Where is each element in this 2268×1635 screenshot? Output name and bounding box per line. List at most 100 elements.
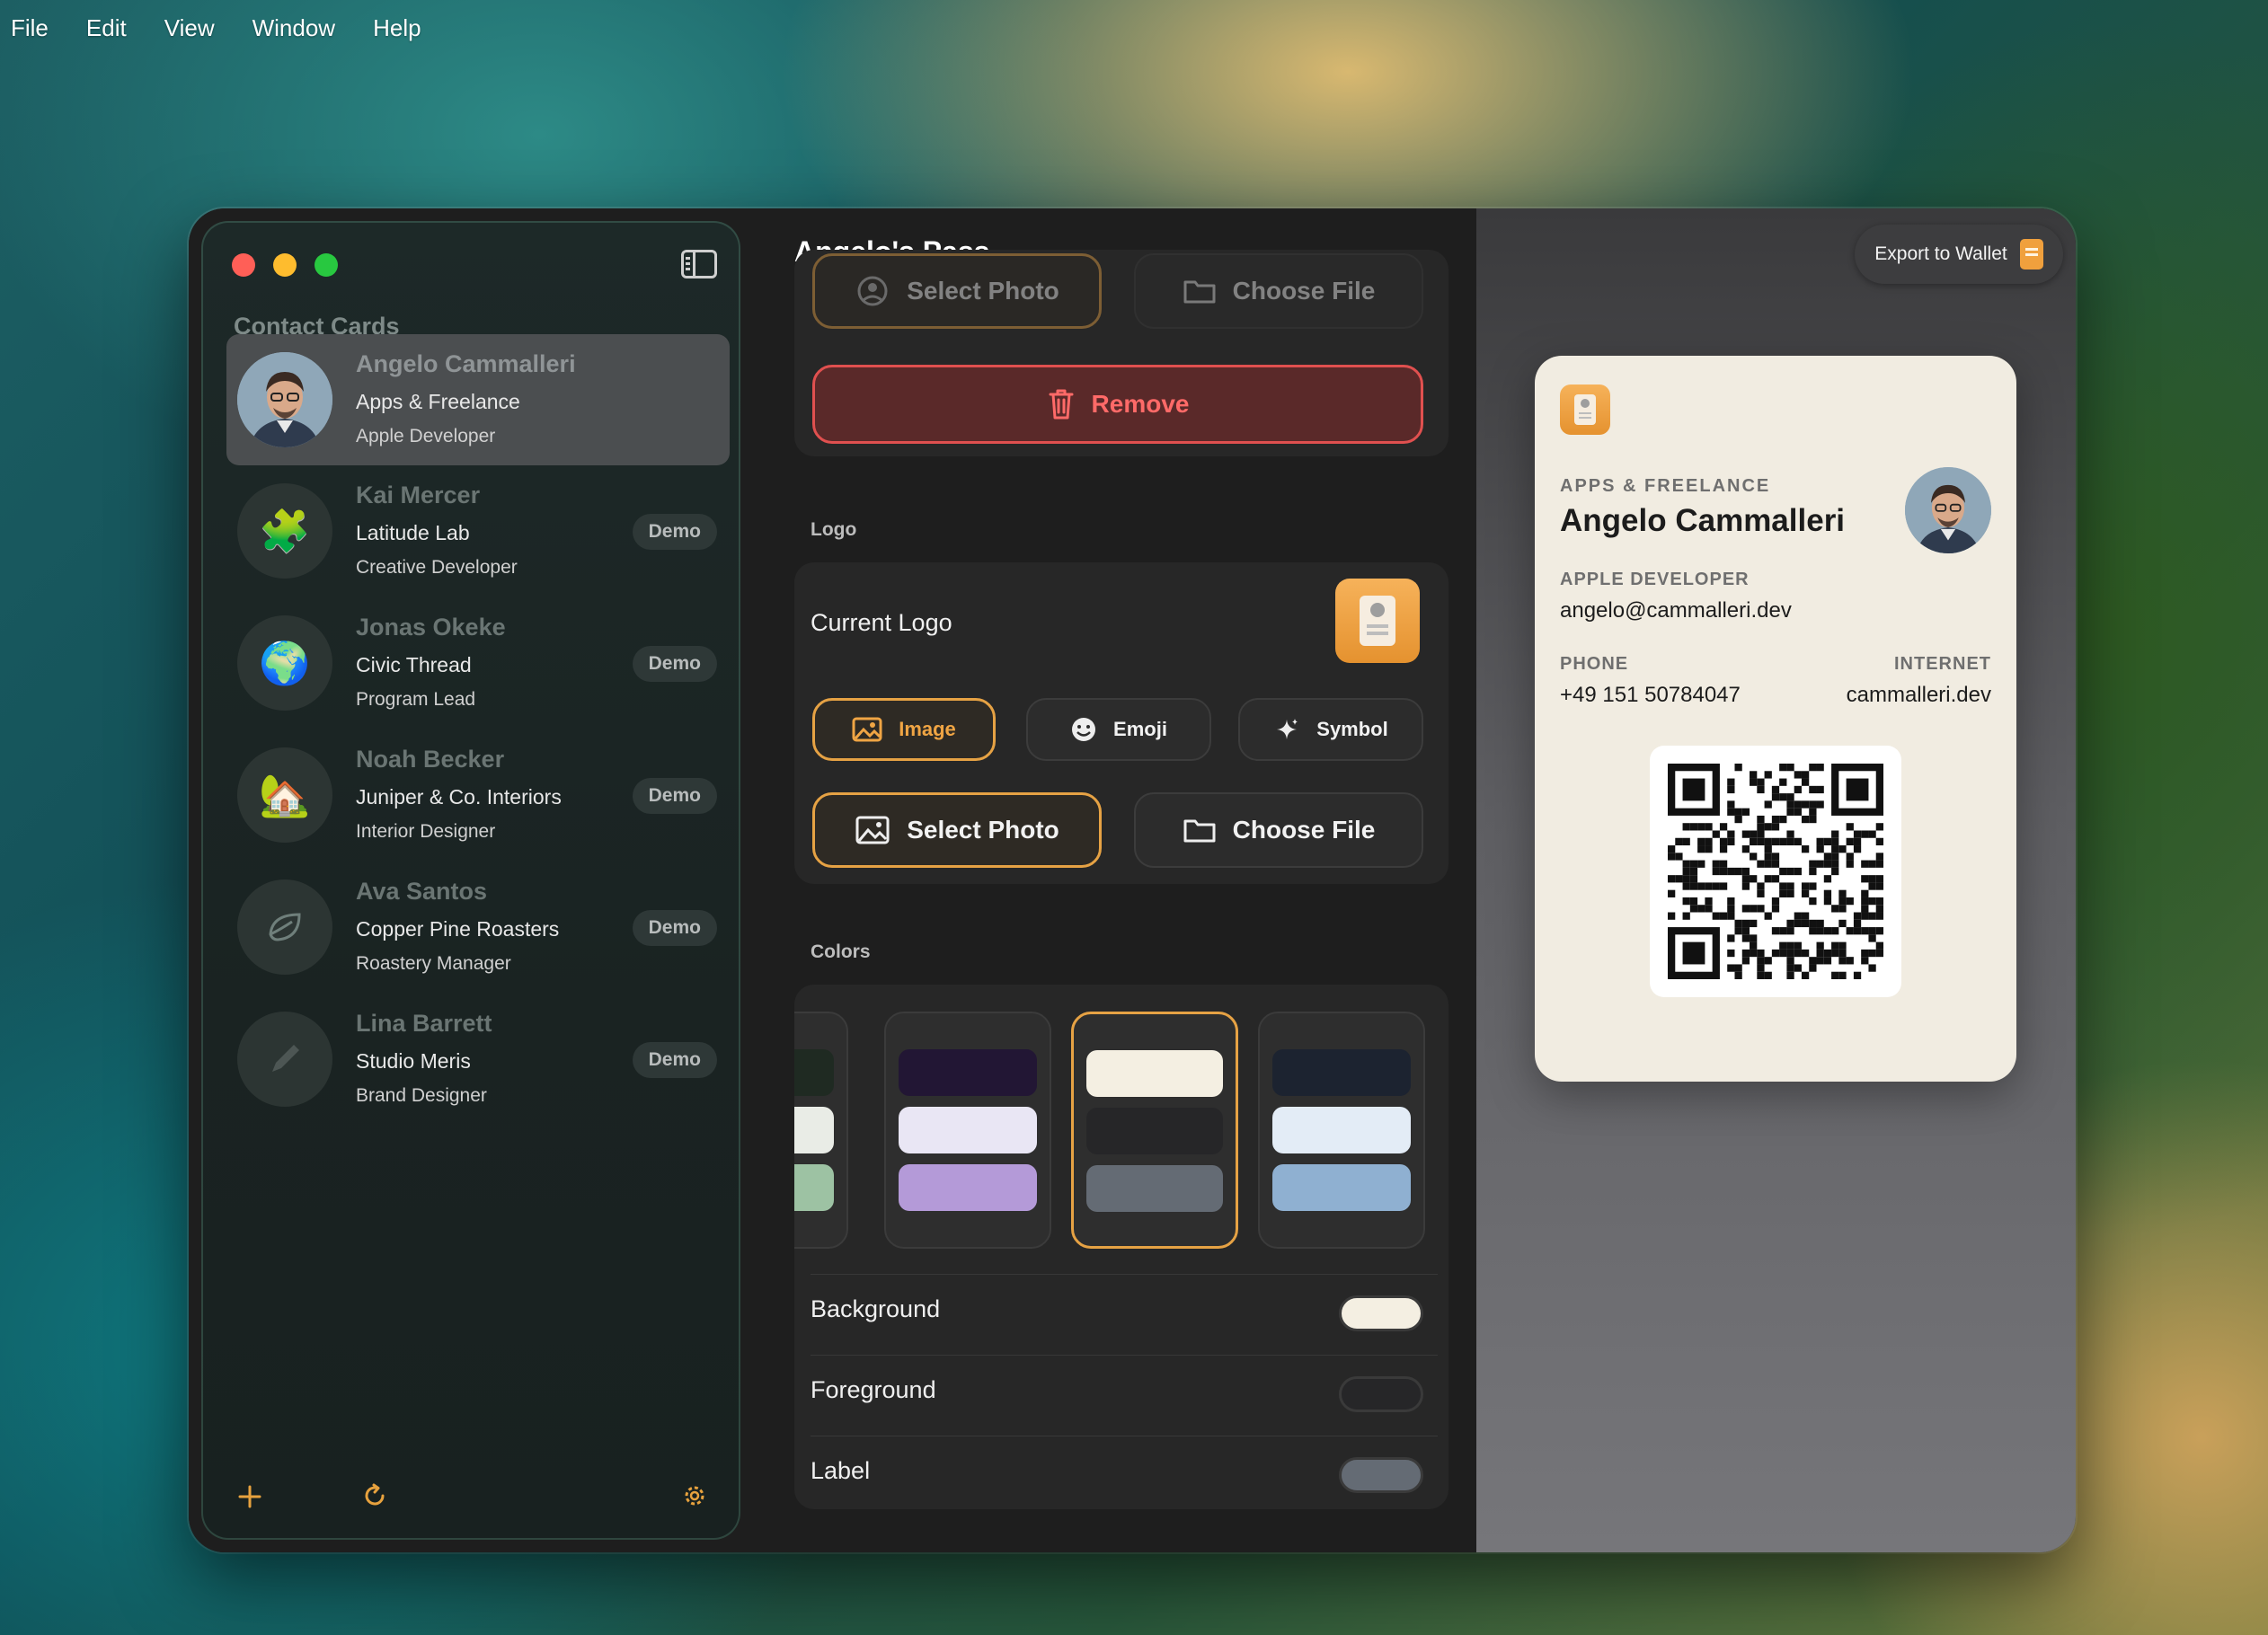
menu-window[interactable]: Window bbox=[252, 14, 335, 42]
logo-mode-emoji[interactable]: Emoji bbox=[1026, 698, 1211, 761]
preset-bar bbox=[1272, 1164, 1411, 1211]
qr-module bbox=[1712, 882, 1720, 890]
zoom-window-button[interactable] bbox=[315, 253, 338, 277]
contact-role: Brand Designer bbox=[356, 1085, 487, 1106]
qr-module bbox=[1846, 957, 1854, 965]
qr-module bbox=[1779, 867, 1787, 876]
contact-role: Program Lead bbox=[356, 689, 476, 710]
qr-module bbox=[1823, 927, 1832, 935]
qr-module bbox=[1689, 875, 1698, 883]
pass-logo bbox=[1560, 384, 1610, 435]
logo-select-photo-button[interactable]: Select Photo bbox=[812, 792, 1102, 868]
plus-icon[interactable] bbox=[237, 1480, 262, 1518]
qr-module bbox=[1875, 905, 1883, 913]
contact-item-ava[interactable]: Ava Santos Copper Pine Roasters Roastery… bbox=[226, 862, 730, 993]
background-color-label: Background bbox=[811, 1295, 941, 1322]
qr-module bbox=[1771, 815, 1780, 824]
color-preset-green[interactable] bbox=[794, 1012, 848, 1249]
contact-role: Interior Designer bbox=[356, 821, 496, 842]
color-preset-purple[interactable] bbox=[884, 1012, 1051, 1249]
background-color-well[interactable] bbox=[1339, 1295, 1423, 1331]
qr-finder bbox=[1846, 778, 1869, 801]
menu-file[interactable]: File bbox=[11, 14, 49, 42]
puzzle-icon: 🧩 bbox=[237, 483, 332, 579]
menu-view[interactable]: View bbox=[164, 14, 215, 42]
sidebar-toggle-icon[interactable] bbox=[681, 250, 717, 278]
qr-module bbox=[1779, 949, 1787, 958]
contact-item-kai[interactable]: 🧩 Kai Mercer Latitude Lab Creative Devel… bbox=[226, 465, 730, 597]
qr-module bbox=[1682, 875, 1690, 883]
choose-file-button-top[interactable]: Choose File bbox=[1134, 253, 1423, 329]
qr-module bbox=[1846, 897, 1854, 906]
qr-module bbox=[1771, 823, 1780, 831]
qr-module bbox=[1757, 823, 1765, 831]
qr-module bbox=[1831, 949, 1839, 958]
qr-module bbox=[1741, 867, 1750, 876]
qr-module bbox=[1741, 905, 1750, 913]
person-photo-icon bbox=[1905, 467, 1991, 553]
qr-module bbox=[1771, 875, 1780, 883]
qr-module bbox=[1779, 837, 1787, 846]
divider bbox=[811, 1274, 1438, 1275]
logo-mode-symbol[interactable]: Symbol bbox=[1238, 698, 1423, 761]
contact-item-noah[interactable]: 🏡 Noah Becker Juniper & Co. Interiors In… bbox=[226, 729, 730, 861]
contact-name: Angelo Cammalleri bbox=[356, 350, 576, 377]
contact-item-angelo[interactable]: Angelo Cammalleri Apps & Freelance Apple… bbox=[226, 334, 730, 465]
qr-module bbox=[1853, 919, 1862, 928]
qr-module bbox=[1764, 957, 1772, 965]
close-window-button[interactable] bbox=[232, 253, 255, 277]
pass-photo bbox=[1905, 467, 1991, 553]
gear-icon[interactable] bbox=[681, 1480, 708, 1518]
qr-module bbox=[1861, 957, 1869, 965]
qr-code-icon bbox=[1668, 764, 1883, 979]
select-photo-button-top[interactable]: Select Photo bbox=[812, 253, 1102, 329]
preset-bar bbox=[794, 1107, 834, 1153]
qr-module bbox=[1823, 860, 1832, 868]
qr-module bbox=[1875, 897, 1883, 906]
qr-module bbox=[1727, 897, 1735, 906]
qr-module bbox=[1682, 882, 1690, 890]
qr-module bbox=[1831, 905, 1839, 913]
qr-module bbox=[1675, 875, 1683, 883]
qr-module bbox=[1697, 837, 1705, 846]
qr-module bbox=[1794, 912, 1802, 920]
qr-module bbox=[1705, 823, 1713, 831]
qr-module bbox=[1705, 905, 1713, 913]
qr-module bbox=[1786, 919, 1794, 928]
qr-module bbox=[1727, 837, 1735, 846]
menu-edit[interactable]: Edit bbox=[86, 14, 127, 42]
qr-module bbox=[1838, 919, 1847, 928]
remove-button[interactable]: Remove bbox=[812, 365, 1423, 444]
qr-module bbox=[1712, 912, 1720, 920]
qr-module bbox=[1816, 941, 1824, 950]
contact-item-jonas[interactable]: 🌍 Jonas Okeke Civic Thread Program Lead … bbox=[226, 597, 730, 729]
demo-badge: Demo bbox=[632, 646, 717, 682]
qr-module bbox=[1675, 837, 1683, 846]
qr-module bbox=[1801, 912, 1810, 920]
contact-item-lina[interactable]: Lina Barrett Studio Meris Brand Designer… bbox=[226, 994, 730, 1125]
qr-module bbox=[1697, 860, 1705, 868]
label-color-well[interactable] bbox=[1339, 1457, 1423, 1493]
logo-choose-file-button[interactable]: Choose File bbox=[1134, 792, 1423, 868]
color-preset-cream-selected[interactable] bbox=[1071, 1012, 1238, 1249]
color-preset-blue[interactable] bbox=[1258, 1012, 1425, 1249]
qr-module bbox=[1734, 919, 1742, 928]
qr-module bbox=[1689, 882, 1698, 890]
qr-module bbox=[1868, 875, 1876, 883]
menu-help[interactable]: Help bbox=[373, 14, 421, 42]
qr-module bbox=[1750, 941, 1758, 950]
export-to-wallet-button[interactable]: Export to Wallet bbox=[1855, 225, 2063, 284]
color-presets-scroller[interactable] bbox=[794, 999, 1449, 1268]
qr-module bbox=[1801, 949, 1810, 958]
qr-module bbox=[1823, 889, 1832, 897]
qr-module bbox=[1764, 860, 1772, 868]
colors-section-label: Colors bbox=[811, 941, 871, 962]
qr-module bbox=[1868, 860, 1876, 868]
qr-module bbox=[1771, 837, 1780, 846]
foreground-color-well[interactable] bbox=[1339, 1376, 1423, 1412]
refresh-icon[interactable] bbox=[361, 1480, 388, 1518]
logo-mode-image[interactable]: Image bbox=[812, 698, 996, 761]
contact-role: Creative Developer bbox=[356, 557, 518, 578]
qr-module bbox=[1697, 905, 1705, 913]
minimize-window-button[interactable] bbox=[273, 253, 297, 277]
